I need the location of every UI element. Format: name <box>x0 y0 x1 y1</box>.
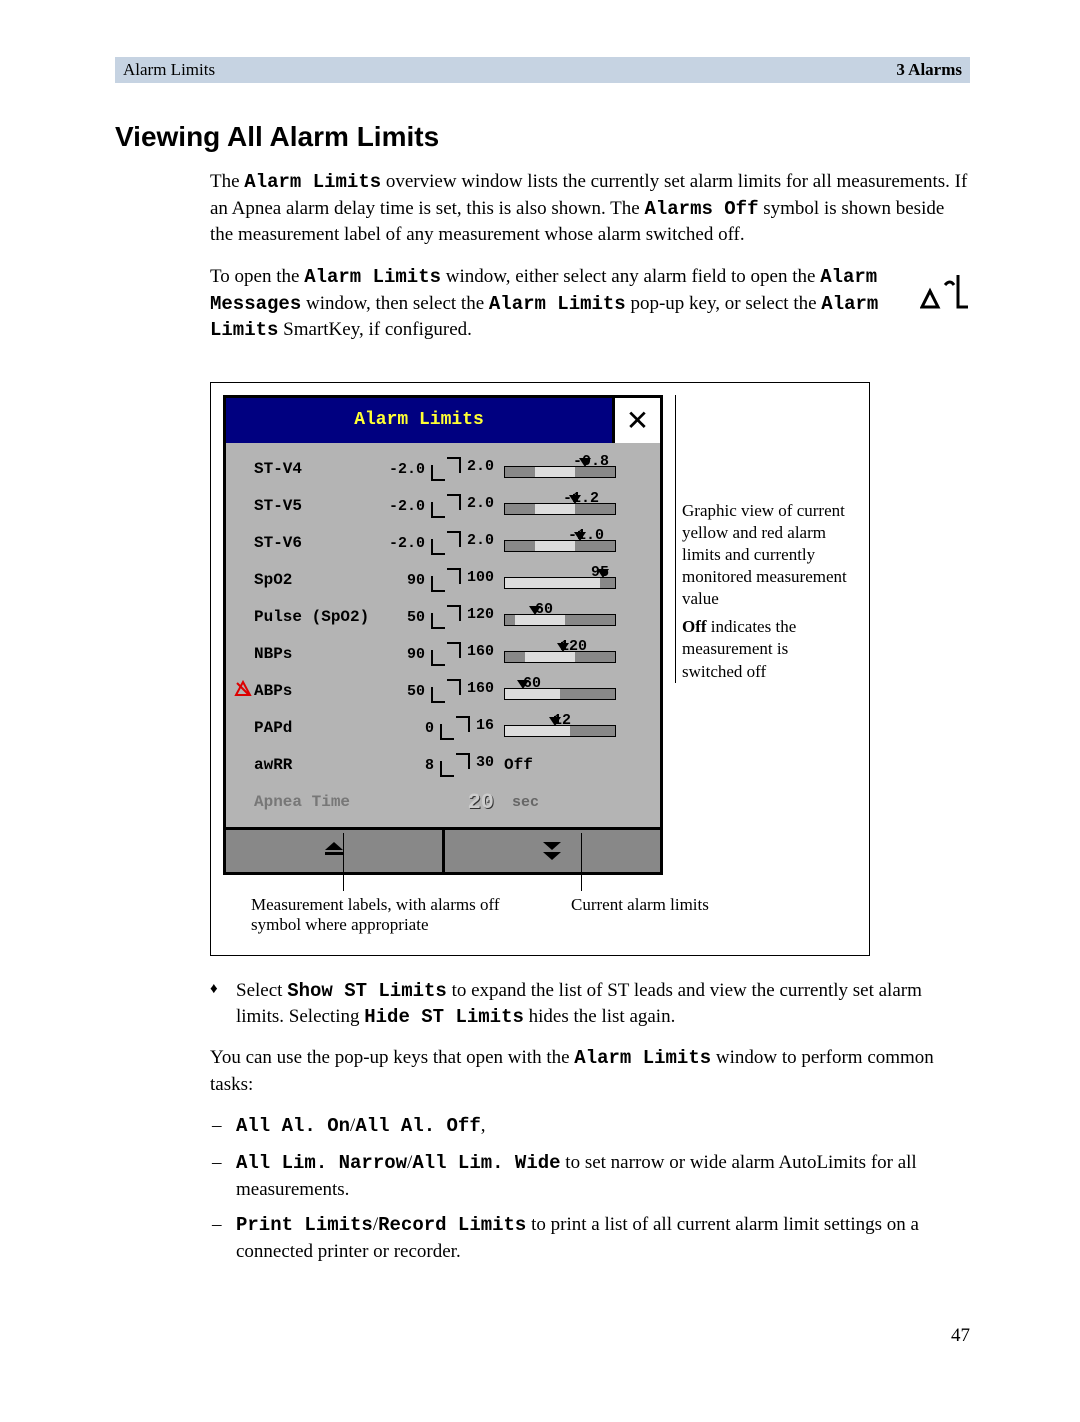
page-title: Viewing All Alarm Limits <box>115 121 970 153</box>
alarm-triangle-icon <box>920 267 970 317</box>
paragraph-2: To open the Alarm Limits window, either … <box>210 264 900 344</box>
limit-graph: 60 <box>494 608 624 626</box>
limit-values: 016 <box>384 716 494 740</box>
limit-values: -2.02.0 <box>384 457 494 481</box>
limit-values: -2.02.0 <box>384 531 494 555</box>
running-header: Alarm Limits 3 Alarms <box>115 57 970 83</box>
measurement-label: ST-V4 <box>254 460 384 478</box>
measurement-label: NBPs <box>254 645 384 663</box>
limit-values: -2.02.0 <box>384 494 494 518</box>
apnea-value: 20 <box>384 790 494 815</box>
alarm-off-icon <box>232 680 254 703</box>
alarm-row[interactable]: ST-V5-2.02.0-1.2 <box>232 488 654 525</box>
alarm-row[interactable]: ST-V4-2.02.0-0.8 <box>232 451 654 488</box>
dash-list: All Al. On/All Al. Off, All Lim. Narrow/… <box>210 1113 970 1264</box>
limit-values: 90160 <box>384 642 494 666</box>
alarm-row[interactable]: PAPd01612 <box>232 710 654 747</box>
list-item: Print Limits/Record Limits to print a li… <box>210 1212 970 1264</box>
header-left: Alarm Limits <box>123 60 215 80</box>
list-item: All Al. On/All Al. Off, <box>210 1113 970 1140</box>
alarm-row[interactable]: SpO29010095 <box>232 562 654 599</box>
limit-graph: 12 <box>494 719 624 737</box>
limit-values: 50120 <box>384 605 494 629</box>
list-item: Select Show ST Limits to expand the list… <box>210 978 970 1031</box>
bottom-annotation: Measurement labels, with alarms off symb… <box>223 895 857 935</box>
side-annotation: Graphic view of current yellow and red a… <box>675 395 852 683</box>
alarm-row[interactable]: awRR830Off <box>232 747 654 784</box>
limit-values: 50160 <box>384 679 494 703</box>
limit-values: 90100 <box>384 568 494 592</box>
paragraph-1: The Alarm Limits overview window lists t… <box>210 169 970 248</box>
limit-values: 830 <box>384 753 494 777</box>
measurement-label: ST-V5 <box>254 497 384 515</box>
close-icon: ✕ <box>626 404 649 437</box>
limit-graph: Off <box>494 756 624 774</box>
alarm-row[interactable]: ST-V6-2.02.0-1.0 <box>232 525 654 562</box>
measurement-label: SpO2 <box>254 571 384 589</box>
alarm-limits-figure: Alarm Limits ✕ ST-V4-2.02.0-0.8ST-V5-2.0… <box>210 382 870 956</box>
measurement-label: awRR <box>254 756 384 774</box>
page-number: 47 <box>115 1325 970 1347</box>
apnea-label: Apnea Time <box>254 793 384 811</box>
measurement-label: ABPs <box>254 682 384 700</box>
double-up-icon <box>323 842 345 860</box>
limit-graph: 60 <box>494 682 624 700</box>
alarm-row[interactable]: ABPs5016060 <box>232 673 654 710</box>
double-down-icon <box>541 841 563 861</box>
alarm-row[interactable]: Pulse (SpO2)5012060 <box>232 599 654 636</box>
limit-graph: -1.0 <box>494 534 624 552</box>
close-button[interactable]: ✕ <box>612 398 660 443</box>
measurement-label: ST-V6 <box>254 534 384 552</box>
apnea-row[interactable]: Apnea Time20 sec <box>232 784 654 821</box>
limit-graph: -0.8 <box>494 460 624 478</box>
window-title: Alarm Limits <box>226 398 612 443</box>
measurement-label: PAPd <box>254 719 384 737</box>
list-item: All Lim. Narrow/All Lim. Wide to set nar… <box>210 1150 970 1202</box>
scroll-down-button[interactable] <box>445 830 661 872</box>
apnea-unit: sec <box>512 794 539 811</box>
bullet-list: Select Show ST Limits to expand the list… <box>210 978 970 1031</box>
paragraph-3: You can use the pop-up keys that open wi… <box>210 1045 970 1097</box>
alarm-limits-window: Alarm Limits ✕ ST-V4-2.02.0-0.8ST-V5-2.0… <box>223 395 663 875</box>
measurement-label: Pulse (SpO2) <box>254 608 384 626</box>
alarm-row[interactable]: NBPs90160120 <box>232 636 654 673</box>
limit-graph: 95 <box>494 571 624 589</box>
limit-graph: -1.2 <box>494 497 624 515</box>
limit-graph: 120 <box>494 645 624 663</box>
header-right: 3 Alarms <box>896 60 962 80</box>
scroll-up-button[interactable] <box>226 830 445 872</box>
